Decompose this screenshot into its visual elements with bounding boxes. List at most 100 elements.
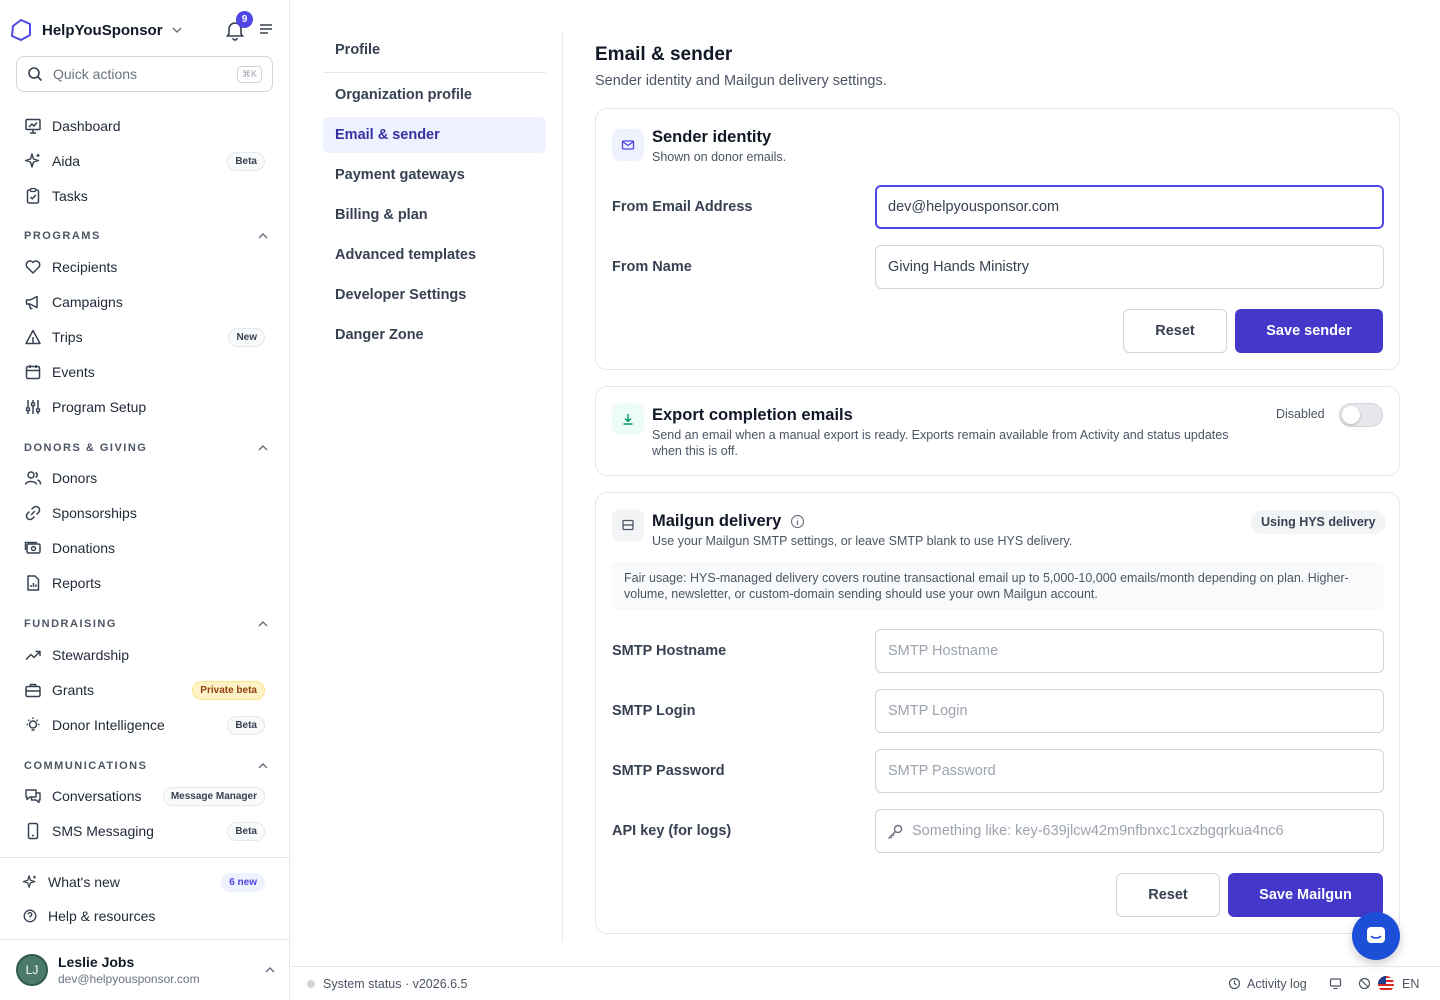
- settings-nav-payment-gateways[interactable]: Payment gateways: [323, 157, 546, 193]
- smtp-hostname-input[interactable]: [875, 629, 1384, 673]
- section-header-programs[interactable]: PROGRAMS: [24, 230, 269, 242]
- sidebar-item-whats-new[interactable]: What's new 6 new: [16, 866, 273, 898]
- settings-nav-advanced-templates[interactable]: Advanced templates: [323, 237, 546, 273]
- from-email-input[interactable]: [875, 185, 1384, 229]
- section-title: COMMUNICATIONS: [24, 760, 148, 772]
- language-switcher[interactable]: EN: [1377, 975, 1419, 993]
- status-footer: System status · v2026.6.5 Activity log E…: [291, 966, 1440, 1000]
- export-emails-card: Export completion emails Send an email w…: [595, 386, 1400, 476]
- section-title: DONORS & GIVING: [24, 442, 148, 454]
- sidebar-item-label: Recipients: [52, 259, 118, 275]
- clipboard-icon: [26, 187, 40, 204]
- fair-usage-note: Fair usage: HYS-managed delivery covers …: [612, 562, 1384, 610]
- sidebar-item-label: Donors: [52, 470, 98, 486]
- sidebar-item-donors[interactable]: Donors: [16, 462, 273, 494]
- sidebar-item-dashboard[interactable]: Dashboard: [16, 110, 273, 142]
- save-mailgun-button[interactable]: Save Mailgun: [1228, 873, 1383, 917]
- chat-bubble-icon: [1367, 927, 1385, 943]
- sidebar-item-label: Dashboard: [52, 118, 121, 134]
- sidebar-item-grants[interactable]: Grants Private beta: [16, 674, 273, 706]
- section-header-fundraising[interactable]: FUNDRAISING: [24, 618, 269, 630]
- sidebar-item-sponsorships[interactable]: Sponsorships: [16, 497, 273, 529]
- card-description: Send an email when a manual export is re…: [652, 428, 1229, 458]
- from-name-input[interactable]: [875, 245, 1384, 289]
- chat-icon: [25, 789, 41, 804]
- brand-switcher[interactable]: HelpYouSponsor: [8, 14, 183, 46]
- smtp-password-input[interactable]: [875, 749, 1384, 793]
- smtp-login-label: SMTP Login: [612, 703, 696, 719]
- sidebar-item-label: Reports: [52, 575, 102, 591]
- sidebar-item-reports[interactable]: Reports: [16, 567, 273, 599]
- sidebar-item-program-setup[interactable]: Program Setup: [16, 391, 273, 423]
- sidebar-item-label: SMS Messaging: [52, 823, 154, 839]
- section-title: FUNDRAISING: [24, 618, 117, 630]
- section-header-donors-giving[interactable]: DONORS & GIVING: [24, 442, 269, 454]
- sidebar-item-conversations[interactable]: Conversations Message Manager: [16, 780, 273, 812]
- menu-toggle-icon[interactable]: [258, 21, 274, 37]
- section-header-communications[interactable]: COMMUNICATIONS: [24, 760, 269, 772]
- sidebar-item-aida[interactable]: Aida Beta: [16, 145, 273, 177]
- delivery-status-badge: Using HYS delivery: [1251, 510, 1386, 534]
- activity-log-link[interactable]: Activity log: [1228, 977, 1307, 991]
- card-description: Use your Mailgun SMTP settings, or leave…: [652, 534, 1073, 548]
- chevron-up-icon: [258, 762, 268, 769]
- dashboard-icon: [25, 118, 41, 134]
- sidebar-item-sms-messaging[interactable]: SMS Messaging Beta: [16, 815, 273, 847]
- sidebar-item-trips[interactable]: Trips New: [16, 321, 273, 353]
- activity-log-label: Activity log: [1247, 976, 1307, 991]
- monitor-icon[interactable]: [1329, 977, 1342, 990]
- sidebar-item-label: Events: [52, 364, 95, 380]
- api-key-label: API key (for logs): [612, 823, 732, 839]
- system-status-text[interactable]: System status · v2026.6.5: [323, 977, 468, 991]
- quick-actions-search[interactable]: Quick actions ⌘K: [16, 56, 273, 92]
- heart-icon: [25, 260, 41, 274]
- beta-badge: Beta: [227, 821, 265, 841]
- settings-nav-profile[interactable]: Profile: [323, 32, 546, 68]
- sidebar-item-events[interactable]: Events: [16, 356, 273, 388]
- info-icon[interactable]: [790, 514, 805, 529]
- sidebar-item-label: Campaigns: [52, 294, 123, 310]
- card-title: Export completion emails: [652, 406, 853, 424]
- theme-icon[interactable]: [1358, 977, 1371, 990]
- new-count-badge: 6 new: [221, 872, 265, 892]
- us-flag-icon: [1378, 975, 1394, 992]
- sidebar-item-label: Tasks: [52, 188, 88, 204]
- support-chat-button[interactable]: [1352, 912, 1400, 960]
- page-title: Email & sender: [595, 44, 733, 65]
- sidebar-item-label: Sponsorships: [52, 505, 137, 521]
- settings-nav-billing-plan[interactable]: Billing & plan: [323, 197, 546, 233]
- sidebar: HelpYouSponsor 9 Quick actions ⌘K Dashbo…: [0, 0, 290, 1000]
- settings-nav-developer-settings[interactable]: Developer Settings: [323, 277, 546, 313]
- phone-icon: [27, 822, 39, 840]
- logo-icon: [11, 19, 31, 41]
- sidebar-item-label: Donations: [52, 540, 116, 556]
- mail-icon: [612, 129, 644, 161]
- reset-sender-button[interactable]: Reset: [1123, 309, 1227, 353]
- from-email-label: From Email Address: [612, 199, 753, 215]
- reset-mailgun-button[interactable]: Reset: [1116, 873, 1220, 917]
- settings-nav-danger-zone[interactable]: Danger Zone: [323, 317, 546, 353]
- calendar-icon: [25, 365, 41, 380]
- api-key-input[interactable]: [875, 809, 1384, 853]
- sparkle-icon: [24, 153, 40, 168]
- sidebar-item-recipients[interactable]: Recipients: [16, 251, 273, 283]
- settings-nav-organization-profile[interactable]: Organization profile: [323, 77, 546, 113]
- sidebar-divider: [0, 939, 289, 940]
- sidebar-item-donations[interactable]: Donations: [16, 532, 273, 564]
- megaphone-icon: [25, 295, 38, 310]
- smtp-password-label: SMTP Password: [612, 763, 725, 779]
- sidebar-item-donor-intelligence[interactable]: Donor Intelligence Beta: [16, 709, 273, 741]
- sidebar-item-stewardship[interactable]: Stewardship: [16, 639, 273, 671]
- sidebar-item-tasks[interactable]: Tasks: [16, 180, 273, 212]
- settings-nav-email-sender[interactable]: Email & sender: [323, 117, 546, 153]
- sidebar-item-help-resources[interactable]: Help & resources: [16, 900, 273, 932]
- sidebar-item-campaigns[interactable]: Campaigns: [16, 286, 273, 318]
- users-icon: [24, 471, 42, 485]
- user-menu[interactable]: LJ Leslie Jobs dev@helpyousponsor.com: [16, 952, 276, 988]
- smtp-login-input[interactable]: [875, 689, 1384, 733]
- chevron-up-icon: [258, 444, 268, 451]
- card-title: Mailgun delivery: [652, 512, 782, 530]
- toggle-state-label: Disabled: [1276, 407, 1325, 421]
- export-emails-toggle[interactable]: [1339, 403, 1383, 427]
- save-sender-button[interactable]: Save sender: [1235, 309, 1383, 353]
